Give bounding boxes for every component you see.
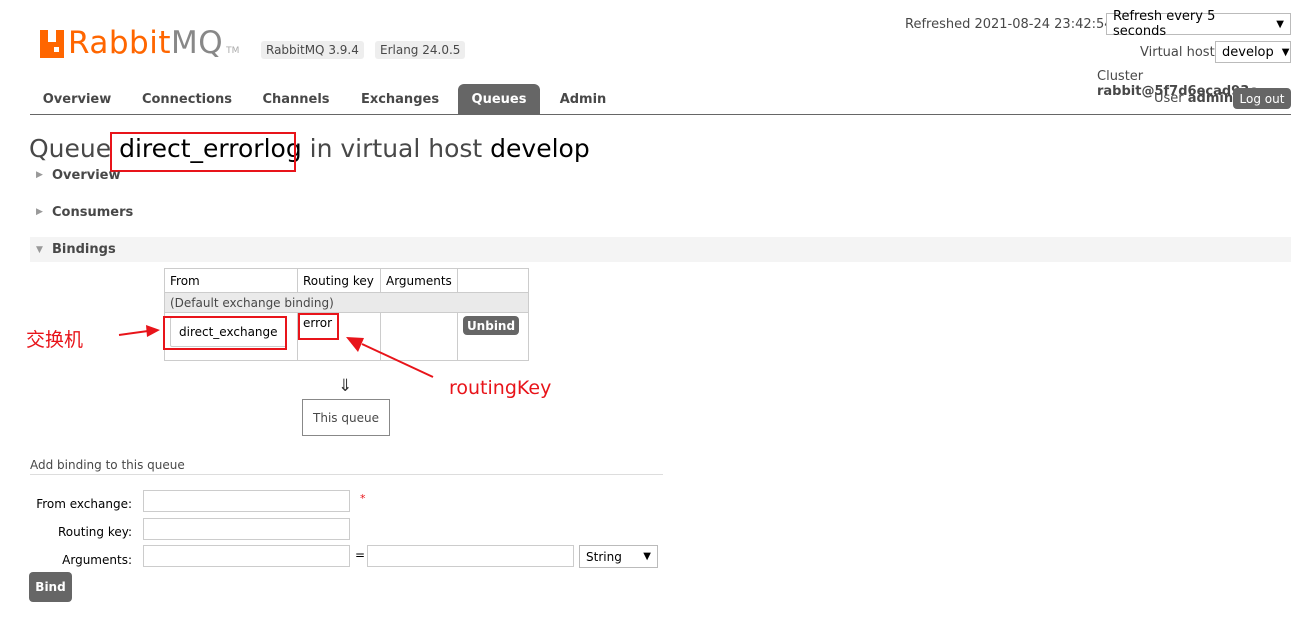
- add-binding-divider: [30, 474, 663, 475]
- annotation-routing-key: routingKey: [449, 377, 552, 399]
- argument-key-input[interactable]: [143, 545, 350, 567]
- argument-value-input[interactable]: [367, 545, 574, 567]
- dropdown-arrow-icon: ▼: [643, 551, 651, 562]
- routing-key-label: Routing key:: [58, 525, 132, 539]
- argument-type-select[interactable]: String ▼: [579, 545, 658, 568]
- argument-type-value: String: [586, 549, 622, 564]
- from-exchange-label: From exchange:: [36, 497, 132, 511]
- annotation-arrow-routing-key: [346, 337, 434, 378]
- routing-key-input[interactable]: [143, 518, 350, 540]
- add-binding-heading: Add binding to this queue: [30, 458, 185, 472]
- from-exchange-input[interactable]: [143, 490, 350, 512]
- equals-sign: =: [355, 548, 366, 562]
- bind-button[interactable]: Bind: [29, 572, 72, 602]
- required-marker: *: [360, 492, 366, 505]
- arguments-label: Arguments:: [62, 553, 132, 567]
- annotation-arrow-exchange: [118, 325, 160, 337]
